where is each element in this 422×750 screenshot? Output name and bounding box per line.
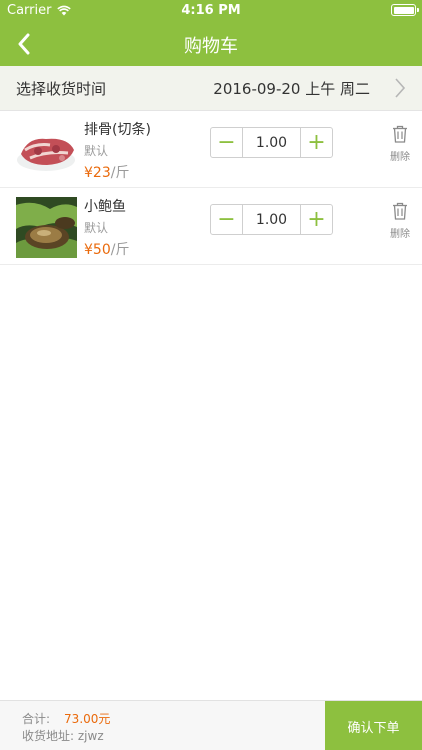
navigation-bar: 购物车 (0, 22, 422, 66)
decrease-button[interactable]: − (211, 205, 242, 234)
trash-icon (393, 125, 407, 143)
price-unit: /斤 (110, 242, 130, 258)
battery-icon (391, 4, 419, 16)
order-total: 合计: 73.00元 (22, 710, 110, 727)
checkout-bar: 合计: 73.00元 收货地址: zjwz 确认下单 (0, 700, 422, 750)
cart-screen: Carrier 4:16 PM 购物车 选择收货时间 2016-09-20 上午… (0, 0, 422, 750)
delete-button[interactable]: 删除 (388, 202, 412, 240)
quantity-value[interactable]: 1.00 (242, 205, 301, 234)
delivery-time-row[interactable]: 选择收货时间 2016-09-20 上午 周二 (0, 66, 422, 111)
page-title: 购物车 (184, 36, 238, 57)
trash-icon (393, 202, 407, 220)
total-label: 合计: (22, 712, 51, 726)
total-amount: 73.00元 (64, 712, 111, 726)
product-spec: 默认 (84, 144, 109, 158)
product-image-ribs (16, 120, 77, 181)
quantity-value[interactable]: 1.00 (242, 128, 301, 157)
product-name: 小鲍鱼 (84, 199, 126, 215)
product-spec: 默认 (84, 221, 109, 235)
delivery-address: 收货地址: zjwz (22, 727, 104, 744)
product-price: ¥23/斤 (84, 162, 129, 182)
price-unit: /斤 (110, 165, 130, 181)
product-image-abalone (16, 197, 77, 258)
header: Carrier 4:16 PM 购物车 (0, 0, 422, 66)
quantity-stepper: − 1.00 + (210, 204, 333, 235)
delivery-time-value: 2016-09-20 上午 周二 (213, 80, 370, 98)
increase-button[interactable]: + (301, 128, 332, 157)
quantity-stepper: − 1.00 + (210, 127, 333, 158)
status-time: 4:16 PM (181, 3, 241, 18)
increase-button[interactable]: + (301, 205, 332, 234)
delete-label: 删除 (390, 152, 410, 163)
chevron-right-icon (395, 78, 406, 98)
address-value: zjwz (77, 729, 104, 743)
address-label: 收货地址: (22, 729, 75, 743)
decrease-button[interactable]: − (211, 128, 242, 157)
delivery-time-label: 选择收货时间 (16, 80, 107, 98)
product-price: ¥50/斤 (84, 239, 129, 259)
delete-label: 删除 (390, 229, 410, 240)
price-amount: ¥50 (84, 242, 111, 258)
cart-item: 小鲍鱼 默认 ¥50/斤 − 1.00 + 删除 (0, 188, 422, 265)
delete-button[interactable]: 删除 (388, 125, 412, 163)
product-name: 排骨(切条) (84, 122, 151, 138)
price-amount: ¥23 (84, 165, 111, 181)
status-bar: Carrier 4:16 PM (0, 0, 422, 22)
confirm-order-button[interactable]: 确认下单 (325, 701, 422, 750)
cart-item: 排骨(切条) 默认 ¥23/斤 − 1.00 + 删除 (0, 111, 422, 188)
